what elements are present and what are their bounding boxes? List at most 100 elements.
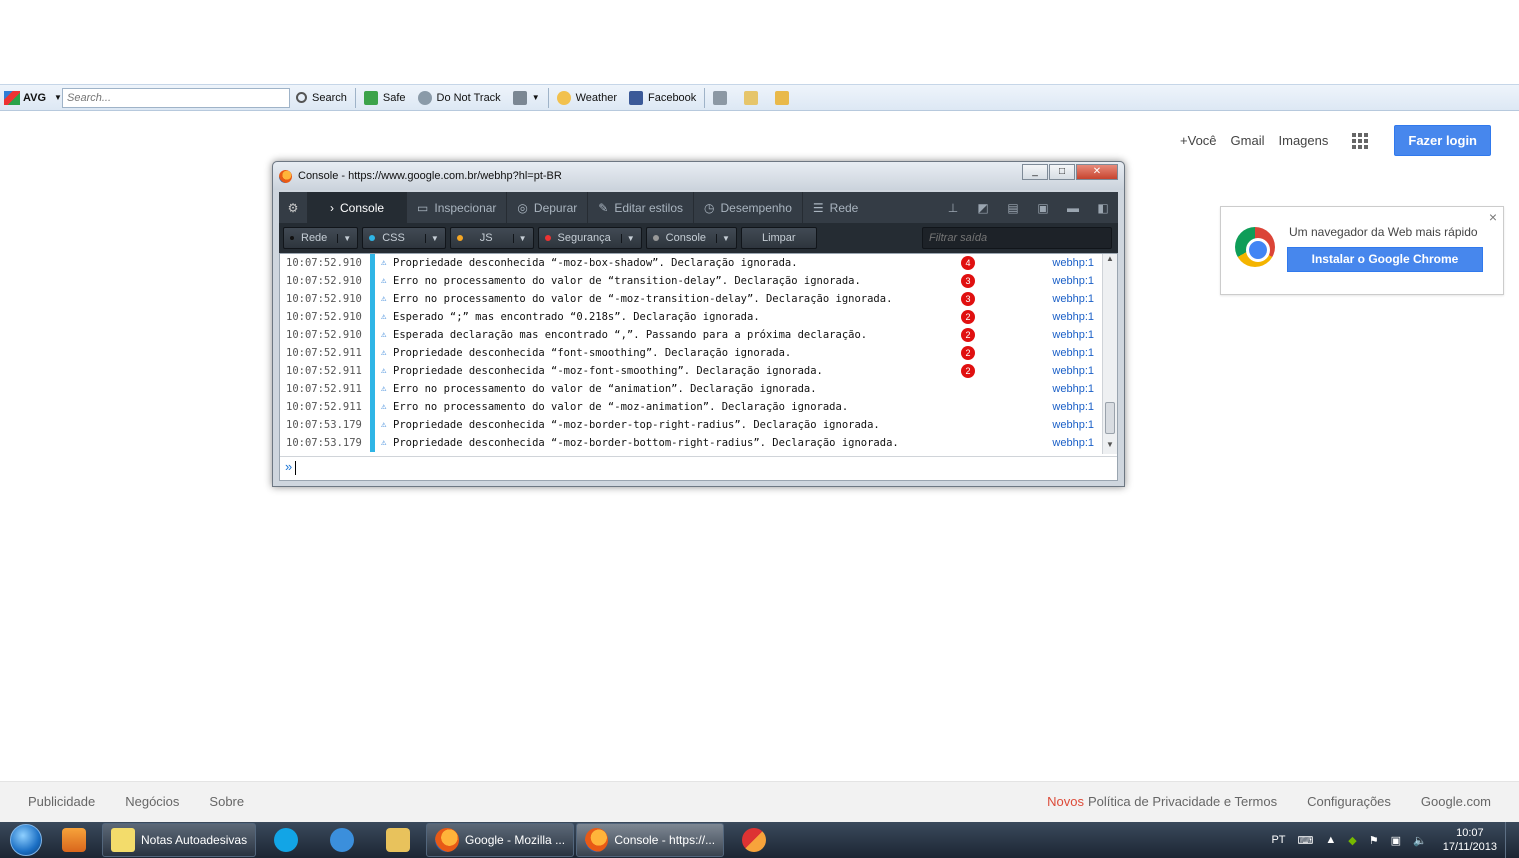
tab-debugger[interactable]: ◎ Depurar (506, 192, 587, 223)
row-source-link[interactable]: webhp:1 (1052, 329, 1094, 341)
row-message[interactable]: Propriedade desconhecida “-moz-border-bo… (393, 437, 959, 449)
media-player-pin[interactable] (46, 823, 102, 857)
tab-performance[interactable]: ◷ Desempenho (693, 192, 802, 223)
login-button[interactable]: Fazer login (1394, 125, 1491, 156)
app-pin[interactable] (726, 823, 782, 857)
row-source-link[interactable]: webhp:1 (1052, 437, 1094, 449)
filter-css-button[interactable]: CSS ▼ (362, 227, 446, 249)
row-source-link[interactable]: webhp:1 (1052, 383, 1094, 395)
show-desktop-button[interactable] (1505, 822, 1519, 858)
install-chrome-button[interactable]: Instalar o Google Chrome (1287, 247, 1483, 272)
filter-logging-button[interactable]: Console ▼ (645, 227, 737, 249)
row-source-link[interactable]: webhp:1 (1052, 401, 1094, 413)
chevron-down-icon[interactable]: ▼ (337, 233, 351, 243)
ads-link[interactable]: Publicidade (28, 794, 95, 809)
safe-button[interactable]: Safe (358, 87, 412, 109)
responsive-icon[interactable]: ▤ (998, 201, 1028, 215)
scroll-thumb[interactable] (1105, 402, 1115, 434)
google-com-link[interactable]: Google.com (1421, 794, 1491, 809)
facebook-button[interactable]: Facebook (623, 87, 702, 109)
row-message[interactable]: Esperado “;” mas encontrado “0.218s”. De… (393, 311, 959, 323)
row-message[interactable]: Erro no processamento do valor de “-moz-… (393, 401, 959, 413)
nvidia-icon[interactable]: ◆ (1348, 834, 1356, 847)
row-message[interactable]: Propriedade desconhecida “-moz-box-shado… (393, 257, 959, 269)
minimize-button[interactable]: _ (1022, 164, 1048, 180)
privacy-link[interactable]: Política de Privacidade e Termos (1088, 794, 1277, 809)
trash-button[interactable]: ▼ (507, 87, 546, 109)
row-source-link[interactable]: webhp:1 (1052, 275, 1094, 287)
tab-inspector[interactable]: ▭ Inspecionar (406, 192, 506, 223)
clear-button[interactable]: Limpar (740, 227, 817, 249)
about-link[interactable]: Sobre (209, 794, 244, 809)
console-input[interactable]: » (280, 456, 1117, 478)
filter-js-button[interactable]: JS ▼ (449, 227, 534, 249)
search-tool-button[interactable] (769, 87, 800, 109)
close-window-button[interactable]: ✕ (1076, 164, 1118, 180)
gmail-link[interactable]: Gmail (1231, 133, 1265, 148)
close-icon[interactable]: × (1489, 209, 1497, 225)
chevron-down-icon[interactable]: ▼ (620, 233, 635, 243)
volume-icon[interactable]: 🔈 (1413, 834, 1427, 847)
scroll-down-icon[interactable]: ▼ (1103, 440, 1117, 454)
filter-net-button[interactable]: Rede ▼ (283, 227, 359, 249)
tab-console[interactable]: › Console (307, 192, 407, 223)
taskbar-firefox-google[interactable]: Google - Mozilla ... (426, 823, 575, 857)
you-link[interactable]: +Você (1180, 133, 1217, 148)
row-message[interactable]: Propriedade desconhecida “-moz-font-smoo… (393, 365, 959, 377)
tray-expand-icon[interactable]: ▲ (1325, 834, 1336, 846)
clock[interactable]: 10:07 17/11/2013 (1443, 826, 1497, 854)
settings-link[interactable]: Configurações (1307, 794, 1391, 809)
chevron-down-icon[interactable]: ▼ (512, 233, 527, 243)
keyboard-icon[interactable]: ⌨ (1298, 834, 1314, 847)
business-link[interactable]: Negócios (125, 794, 179, 809)
row-source-link[interactable]: webhp:1 (1052, 257, 1094, 269)
calculator-button[interactable] (707, 87, 738, 109)
avg-search-button[interactable]: Search (290, 87, 353, 109)
avg-menu-chevron-icon[interactable]: ▼ (54, 93, 62, 102)
window-titlebar[interactable]: Console - https://www.google.com.br/webh… (273, 162, 1124, 190)
notepad-button[interactable] (738, 87, 769, 109)
taskbar-firefox-console[interactable]: Console - https://... (576, 823, 725, 857)
chevron-down-icon[interactable]: ▼ (716, 233, 730, 243)
filter-security-button[interactable]: Segurança ▼ (537, 227, 642, 249)
language-indicator[interactable]: PT (1271, 834, 1285, 846)
tab-style-editor[interactable]: ✎ Editar estilos (587, 192, 693, 223)
row-message[interactable]: Erro no processamento do valor de “-moz-… (393, 293, 959, 305)
dock-bottom-icon[interactable]: ▬ (1058, 201, 1088, 215)
skype-pin[interactable] (258, 823, 314, 857)
split-console-icon[interactable]: ⊥ (938, 201, 968, 215)
weather-button[interactable]: Weather (551, 87, 623, 109)
row-source-link[interactable]: webhp:1 (1052, 365, 1094, 377)
action-center-flag-icon[interactable]: ⚑ (1369, 834, 1379, 847)
gear-icon[interactable]: ⚙ (279, 201, 307, 215)
row-source-link[interactable]: webhp:1 (1052, 311, 1094, 323)
apps-grid-icon[interactable] (1352, 132, 1369, 149)
scratchpad-icon[interactable]: ◩ (968, 201, 998, 215)
maximize-button[interactable]: □ (1049, 164, 1075, 180)
tab-network[interactable]: ☰ Rede (801, 192, 886, 223)
avg-search-input[interactable] (62, 87, 290, 108)
row-message[interactable]: Propriedade desconhecida “font-smoothing… (393, 347, 959, 359)
row-source-link[interactable]: webhp:1 (1052, 419, 1094, 431)
dock-side-icon[interactable]: ◧ (1088, 201, 1118, 215)
filter-output-input[interactable] (922, 227, 1112, 249)
row-message[interactable]: Esperada declaração mas encontrado “,”. … (393, 329, 959, 341)
images-link[interactable]: Imagens (1279, 133, 1329, 148)
screenshot-icon[interactable]: ▣ (1028, 201, 1058, 215)
ie-pin[interactable] (314, 823, 370, 857)
row-source-link[interactable]: webhp:1 (1052, 347, 1094, 359)
network-icon[interactable]: ▣ (1391, 834, 1401, 847)
row-message[interactable]: Propriedade desconhecida “-moz-border-to… (393, 419, 959, 431)
avg-logo[interactable]: AVG ▼ (0, 90, 62, 105)
do-not-track-button[interactable]: Do Not Track (412, 87, 507, 109)
row-message[interactable]: Erro no processamento do valor de “trans… (393, 275, 959, 287)
row-source-link[interactable]: webhp:1 (1052, 293, 1094, 305)
start-button[interactable] (6, 822, 46, 858)
taskbar-notes[interactable]: Notas Autoadesivas (102, 823, 257, 857)
scrollbar[interactable]: ▲ ▼ (1102, 254, 1117, 454)
scroll-up-icon[interactable]: ▲ (1103, 254, 1117, 268)
chevron-down-icon[interactable]: ▼ (424, 233, 439, 243)
warning-icon: ⚠ (381, 420, 387, 430)
row-message[interactable]: Erro no processamento do valor de “anima… (393, 383, 959, 395)
explorer-pin[interactable] (370, 823, 426, 857)
